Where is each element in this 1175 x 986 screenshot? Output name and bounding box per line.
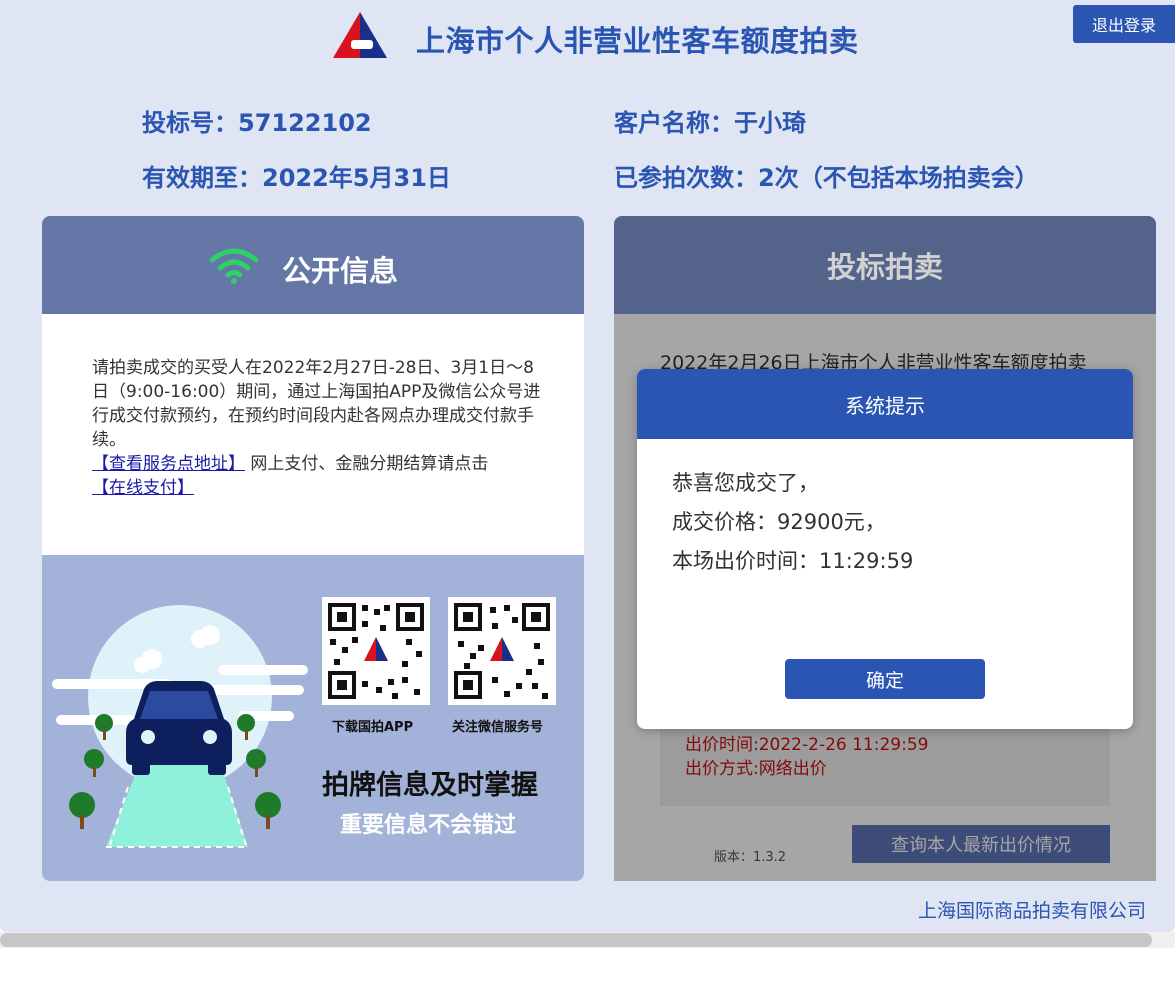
participation-count: 已参拍次数：2次（不包括本场拍卖会）	[614, 164, 1039, 192]
app-qr-code	[322, 597, 430, 705]
header-dim-overlay	[614, 216, 1156, 314]
app-qr-label: 下载国拍APP	[332, 720, 414, 735]
system-prompt-dialog: 系统提示 恭喜您成交了， 成交价格：92900元， 本场出价时间：11:29:5…	[637, 369, 1133, 729]
dialog-header: 系统提示	[637, 369, 1133, 439]
car-illustration	[52, 605, 308, 848]
dialog-title: 系统提示	[845, 393, 925, 418]
promo-subline: 重要信息不会错过	[340, 813, 517, 838]
valid-until: 有效期至：2022年5月31日	[142, 164, 451, 192]
wechat-qr-code	[448, 597, 556, 705]
promo-banner: 下载国拍APP 关注微信服务号 拍牌信息及时掌握 重要信息不会错过	[42, 555, 584, 881]
online-pay-text: 网上支付、金融分期结算请点击	[245, 454, 489, 474]
company-name: 上海国际商品拍卖有限公司	[918, 900, 1147, 922]
notice: 请拍卖成交的买受人在2022年2月27日-28日、3月1日～8日（9:00-16…	[92, 356, 542, 500]
logout-button[interactable]: 退出登录	[1073, 5, 1175, 43]
bid-number: 投标号：57122102	[142, 109, 372, 137]
service-address-link[interactable]: 【查看服务点地址】	[92, 454, 245, 474]
online-pay-link[interactable]: 【在线支付】	[92, 478, 194, 498]
page: 上海市个人非营业性客车额度拍卖 退出登录 投标号：57122102 有效期至：2…	[0, 0, 1175, 932]
dialog-message-3: 本场出价时间：11:29:59	[672, 549, 914, 573]
dialog-message-2: 成交价格：92900元，	[672, 510, 886, 534]
promo-headline: 拍牌信息及时掌握	[322, 770, 538, 801]
confirm-button[interactable]: 确定	[785, 659, 985, 699]
horizontal-scrollbar[interactable]	[0, 932, 1175, 948]
wifi-icon	[209, 248, 259, 284]
site-title: 上海市个人非营业性客车额度拍卖	[416, 24, 859, 58]
wechat-qr-label: 关注微信服务号	[452, 720, 544, 735]
notice-text: 请拍卖成交的买受人在2022年2月27日-28日、3月1日～8日（9:00-16…	[92, 358, 541, 450]
public-info-header: 公开信息	[42, 216, 584, 314]
auction-logo-icon	[333, 12, 387, 58]
scrollbar-thumb[interactable]	[0, 933, 1152, 947]
public-info-title: 公开信息	[282, 254, 399, 288]
dialog-message-1: 恭喜您成交了，	[672, 471, 819, 495]
customer-name: 客户名称：于小琦	[614, 109, 806, 137]
public-info-panel: 公开信息 请拍卖成交的买受人在2022年2月27日-28日、3月1日～8日（9:…	[42, 216, 584, 881]
